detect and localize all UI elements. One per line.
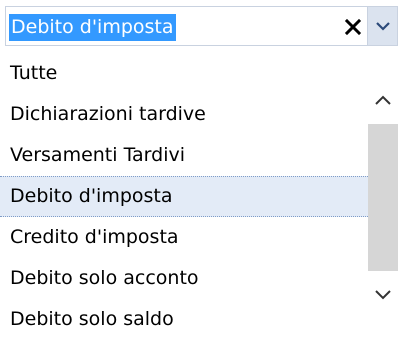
scrollbar[interactable] xyxy=(368,50,398,342)
list-item-versamenti-tardivi[interactable]: Versamenti Tardivi xyxy=(0,135,368,176)
close-icon xyxy=(344,18,362,36)
scroll-up-button[interactable] xyxy=(368,80,398,120)
scroll-down-button[interactable] xyxy=(368,275,398,315)
list-item-dichiarazioni-tardive[interactable]: Dichiarazioni tardive xyxy=(0,94,368,135)
dropdown-list: Tutte Dichiarazioni tardive Versamenti T… xyxy=(0,50,368,342)
combo-box: Debito d'imposta Tutte Dichiarazioni tar… xyxy=(0,0,398,342)
dropdown-button[interactable] xyxy=(367,6,398,46)
chevron-down-icon xyxy=(375,22,390,31)
chevron-up-icon xyxy=(375,95,391,105)
list-item-credito-imposta[interactable]: Credito d'imposta xyxy=(0,217,368,258)
clear-button[interactable] xyxy=(339,12,367,42)
list-item-debito-solo-saldo[interactable]: Debito solo saldo xyxy=(0,299,368,340)
combo-input-value[interactable]: Debito d'imposta xyxy=(9,14,176,41)
list-item-debito-solo-acconto[interactable]: Debito solo acconto xyxy=(0,258,368,299)
list-item-debito-imposta[interactable]: Debito d'imposta xyxy=(0,176,368,217)
combo-input-container[interactable]: Debito d'imposta xyxy=(5,6,367,46)
scroll-thumb[interactable] xyxy=(368,124,398,271)
list-item-tutte[interactable]: Tutte xyxy=(0,53,368,94)
chevron-down-icon xyxy=(375,290,391,300)
